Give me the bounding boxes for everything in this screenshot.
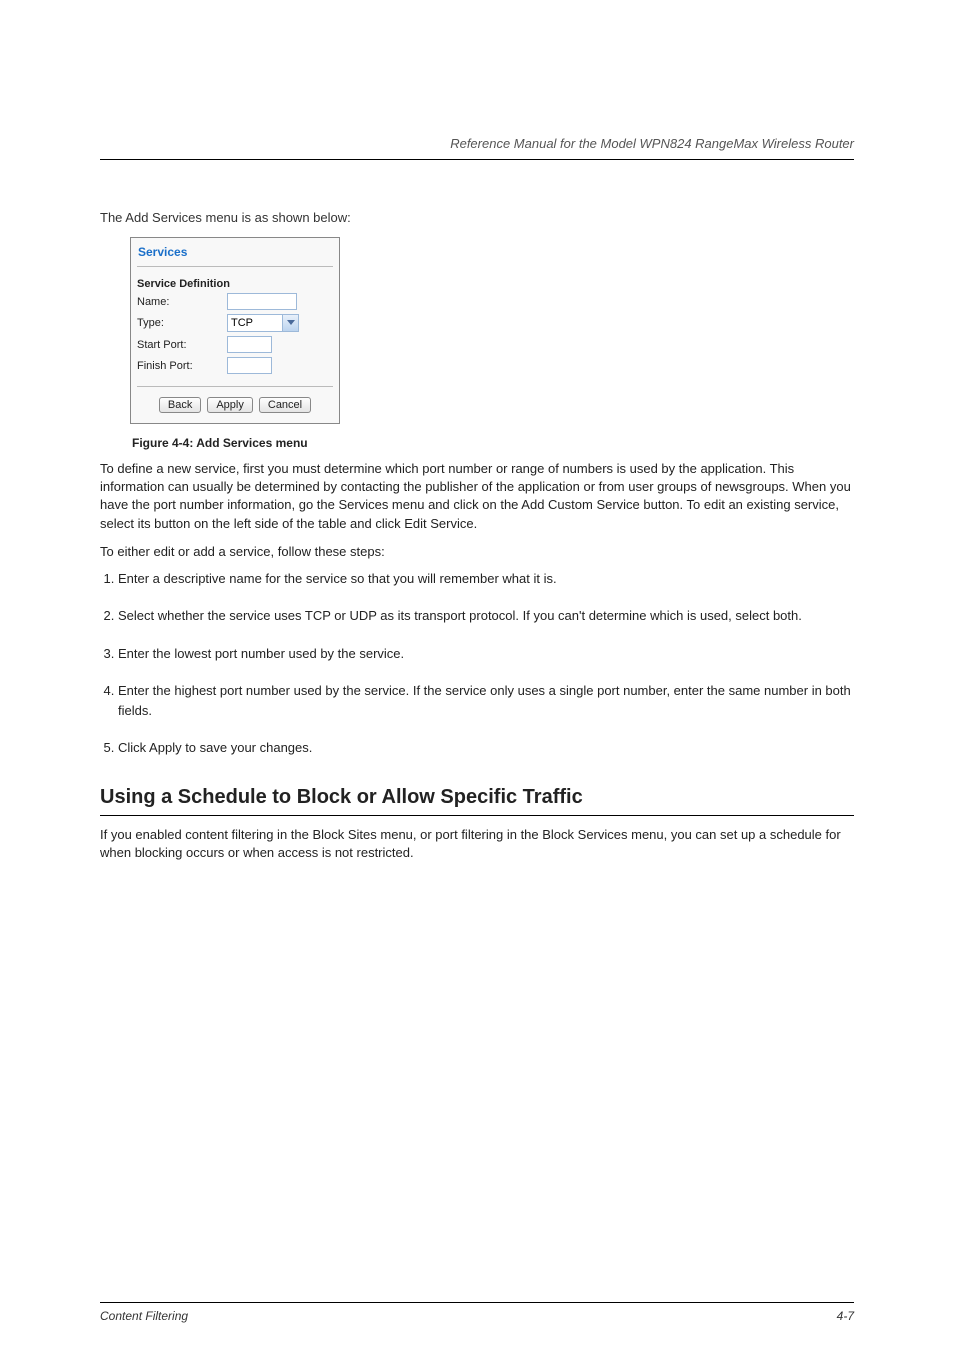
section-heading: Using a Schedule to Block or Allow Speci…: [100, 786, 854, 816]
back-button[interactable]: Back: [159, 397, 201, 413]
steps-list: Enter a descriptive name for the service…: [118, 569, 854, 758]
services-dialog: Services Service Definition Name: Type: …: [130, 237, 340, 424]
name-label: Name:: [137, 296, 227, 308]
start-port-input[interactable]: [227, 336, 272, 353]
section-body: If you enabled content filtering in the …: [100, 826, 854, 862]
steps-title: To either edit or add a service, follow …: [100, 543, 854, 561]
type-label: Type:: [137, 317, 227, 329]
footer-right: 4-7: [837, 1309, 854, 1323]
apply-button[interactable]: Apply: [207, 397, 253, 413]
cancel-button[interactable]: Cancel: [259, 397, 311, 413]
finish-port-input[interactable]: [227, 357, 272, 374]
footer-left: Content Filtering: [100, 1309, 188, 1323]
step-item: Enter the lowest port number used by the…: [118, 644, 854, 664]
start-port-label: Start Port:: [137, 339, 227, 351]
chevron-down-icon[interactable]: [283, 314, 299, 332]
step-item: Enter the highest port number used by th…: [118, 681, 854, 720]
steps-lead: To define a new service, first you must …: [100, 460, 854, 533]
dialog-title: Services: [137, 242, 333, 262]
name-input[interactable]: [227, 293, 297, 310]
divider: [137, 266, 333, 267]
section-label: Service Definition: [137, 277, 333, 291]
step-item: Enter a descriptive name for the service…: [118, 569, 854, 589]
intro-text: The Add Services menu is as shown below:: [100, 210, 854, 225]
step-item: Click Apply to save your changes.: [118, 738, 854, 758]
page-footer: Content Filtering 4-7: [100, 1302, 854, 1323]
figure-caption: Figure 4-4: Add Services menu: [132, 436, 854, 450]
finish-port-label: Finish Port:: [137, 360, 227, 372]
divider: [137, 386, 333, 387]
type-value: TCP: [227, 314, 283, 332]
type-select[interactable]: TCP: [227, 314, 299, 332]
header-title: Reference Manual for the Model WPN824 Ra…: [450, 136, 854, 151]
step-item: Select whether the service uses TCP or U…: [118, 606, 854, 626]
